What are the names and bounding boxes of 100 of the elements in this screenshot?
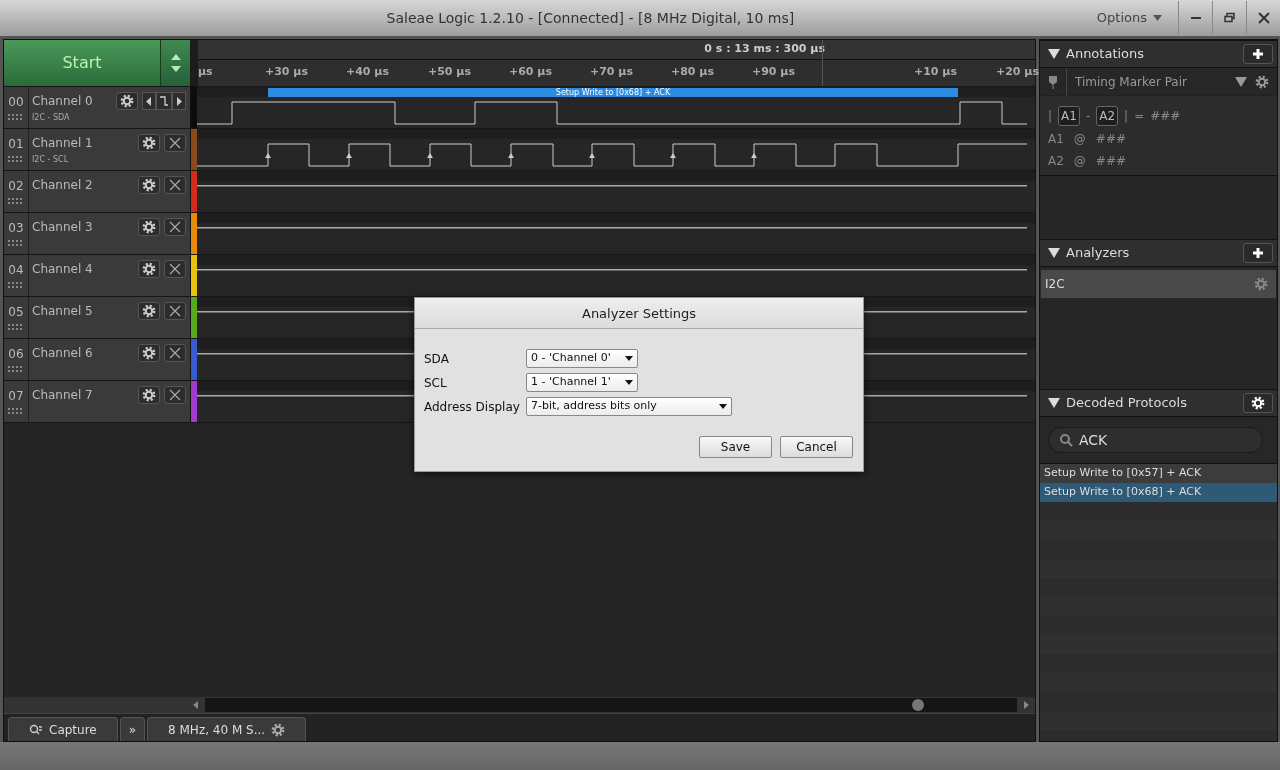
dropdown-arrow-icon xyxy=(719,404,727,409)
scroll-left-icon[interactable] xyxy=(191,700,199,710)
remove-channel-button[interactable] xyxy=(164,344,186,362)
dropdown-triangle-icon[interactable] xyxy=(1235,76,1247,87)
measurement-text: | xyxy=(1124,108,1129,125)
collapse-triangle-icon[interactable] xyxy=(1048,49,1060,59)
close-icon xyxy=(1257,12,1270,24)
channel-header[interactable]: 06 Channel 6 xyxy=(4,339,191,380)
remove-channel-button[interactable] xyxy=(164,302,186,320)
settings-icon[interactable] xyxy=(1254,277,1268,291)
grip-icon[interactable] xyxy=(8,366,24,372)
capture-tab[interactable]: Capture xyxy=(8,717,118,741)
protocol-label: I2C - SDA xyxy=(32,112,71,124)
tick-label: +80 µs xyxy=(671,64,714,80)
next-edge-button[interactable] xyxy=(172,92,186,110)
channel-settings-button[interactable] xyxy=(138,218,160,236)
dropdown-arrow-icon xyxy=(625,356,633,361)
remove-channel-button[interactable] xyxy=(164,260,186,278)
channel-settings-button[interactable] xyxy=(116,92,138,110)
panel-title: Decoded Protocols xyxy=(1066,394,1188,413)
channel-settings-button[interactable] xyxy=(138,386,160,404)
channel-number: 06 xyxy=(8,346,24,363)
measurement-text: ### xyxy=(1150,108,1181,125)
close-icon xyxy=(169,347,181,359)
channel-number: 04 xyxy=(8,262,24,279)
channel-header[interactable]: 07 Channel 7 xyxy=(4,381,191,422)
remove-channel-button[interactable] xyxy=(164,386,186,404)
result-row[interactable]: Setup Write to [0x57] + ACK xyxy=(1040,464,1277,483)
restore-icon xyxy=(1223,12,1236,24)
settings-icon xyxy=(271,722,286,737)
trigger-button[interactable] xyxy=(156,92,172,110)
measurement-text: - xyxy=(1085,108,1091,125)
channel-settings-button[interactable] xyxy=(138,302,160,320)
channel-name: Channel 0 xyxy=(32,93,94,110)
expand-tab[interactable]: » xyxy=(119,717,146,741)
settings-icon xyxy=(142,220,156,234)
scroll-thumb[interactable] xyxy=(911,698,925,712)
add-analyzer-button[interactable] xyxy=(1243,243,1273,263)
analyzer-item[interactable]: I2C xyxy=(1041,270,1276,298)
horizontal-scrollbar[interactable] xyxy=(205,698,1017,712)
measurement-text: = xyxy=(1134,108,1145,125)
channel-name: Channel 4 xyxy=(32,261,94,278)
left-triangle-icon xyxy=(146,96,152,106)
remove-channel-button[interactable] xyxy=(164,218,186,236)
channel-settings-button[interactable] xyxy=(138,344,160,362)
panel-title: Analyzers xyxy=(1066,244,1131,263)
at-sign: @ xyxy=(1073,131,1086,148)
right-triangle-icon xyxy=(176,96,182,106)
channel-settings-button[interactable] xyxy=(138,176,160,194)
start-button[interactable]: Start xyxy=(4,40,161,86)
dialog-title: Analyzer Settings xyxy=(415,298,863,329)
collapse-triangle-icon[interactable] xyxy=(1048,398,1060,408)
tick-label: µs xyxy=(198,64,213,80)
window-title: Saleae Logic 1.2.10 - [Connected] - [8 MHz Digital, 10 ms] xyxy=(385,8,796,28)
settings-icon xyxy=(142,346,156,360)
previous-edge-button[interactable] xyxy=(142,92,156,110)
marker-chip: A2 xyxy=(1096,106,1119,126)
options-menu[interactable]: Options xyxy=(1080,8,1178,28)
channel-number: 00 xyxy=(8,94,24,111)
select-field[interactable]: 1 - 'Channel 1' xyxy=(526,373,638,392)
grip-icon[interactable] xyxy=(8,156,24,162)
channel-settings-button[interactable] xyxy=(138,134,160,152)
channel-header[interactable]: 02 Channel 2 xyxy=(4,171,191,212)
decoded-bar: Setup Write to [0x68] + ACK xyxy=(268,88,958,97)
grip-icon[interactable] xyxy=(8,408,24,414)
channel-header[interactable]: 04 Channel 4 xyxy=(4,255,191,296)
grip-icon[interactable] xyxy=(8,114,24,120)
cancel-button[interactable]: Cancel xyxy=(780,436,853,458)
settings-button[interactable] xyxy=(1243,393,1273,413)
search-icon xyxy=(1059,433,1073,447)
field-label: Address Display xyxy=(424,398,521,416)
channel-number: 02 xyxy=(8,178,24,195)
save-button[interactable]: Save xyxy=(699,436,772,458)
channel-name: Channel 7 xyxy=(32,387,94,404)
channel-header[interactable]: 03 Channel 3 xyxy=(4,213,191,254)
channel-header[interactable]: 01 Channel 1 I2C - SCL xyxy=(4,129,191,170)
grip-icon[interactable] xyxy=(8,324,24,330)
dropdown-arrow-icon xyxy=(625,380,633,385)
result-row[interactable]: Setup Write to [0x68] + ACK xyxy=(1040,483,1277,502)
grip-icon[interactable] xyxy=(8,198,24,204)
channel-header[interactable]: 00 Channel 0 I2C - SDA xyxy=(4,87,191,128)
search-field[interactable]: ACK xyxy=(1048,427,1263,453)
select-field[interactable]: 7-bit, address bits only xyxy=(526,397,732,416)
channel-name: Channel 2 xyxy=(32,177,94,194)
channel-header[interactable]: 05 Channel 5 xyxy=(4,297,191,338)
add-annotation-button[interactable] xyxy=(1243,44,1273,64)
start-options-button[interactable] xyxy=(161,40,190,86)
select-field[interactable]: 0 - 'Channel 0' xyxy=(526,349,638,368)
tick-label: +30 µs xyxy=(265,64,308,80)
marker-type-dropdown[interactable]: Timing Marker Pair xyxy=(1075,72,1227,91)
collapse-triangle-icon[interactable] xyxy=(1048,248,1060,258)
channel-number: 01 xyxy=(8,136,24,153)
settings-icon[interactable] xyxy=(1255,74,1269,89)
remove-channel-button[interactable] xyxy=(164,176,186,194)
grip-icon[interactable] xyxy=(8,240,24,246)
channel-settings-button[interactable] xyxy=(138,260,160,278)
remove-channel-button[interactable] xyxy=(164,134,186,152)
scroll-right-icon[interactable] xyxy=(1023,700,1031,710)
grip-icon[interactable] xyxy=(8,282,24,288)
device-tab[interactable]: 8 MHz, 40 M S... xyxy=(147,717,307,741)
